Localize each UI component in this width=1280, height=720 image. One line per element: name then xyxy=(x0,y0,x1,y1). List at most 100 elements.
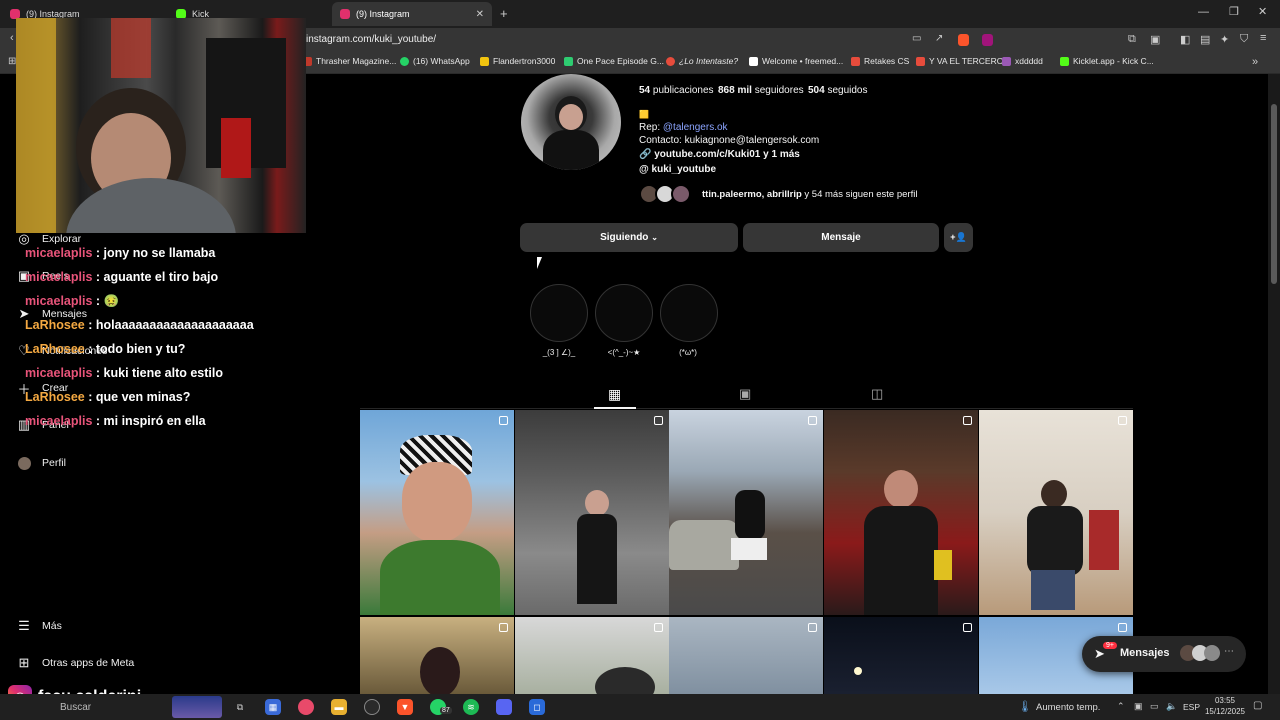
minimize-icon[interactable]: — xyxy=(1198,6,1209,18)
taskbar-search[interactable]: Buscar xyxy=(60,702,91,713)
store-icon[interactable]: ▦ xyxy=(265,699,281,715)
link-icon: 🔗 xyxy=(639,149,652,160)
chat-text: : kuki tiene alto estilo xyxy=(95,366,224,380)
network-icon[interactable]: ▭ xyxy=(1150,701,1159,712)
reader-icon[interactable]: ▤ xyxy=(1200,33,1210,46)
obs-icon[interactable]: ◻ xyxy=(529,699,545,715)
discord-icon[interactable] xyxy=(496,699,512,715)
bookmark-label: One Pace Episode G... xyxy=(577,56,664,66)
new-tab-icon[interactable]: + xyxy=(500,6,508,21)
bookmark-item[interactable]: ¿Lo Intentaste? xyxy=(666,56,738,66)
scrollbar-thumb[interactable] xyxy=(1271,104,1277,284)
file-explorer-icon[interactable]: ▬ xyxy=(331,699,347,715)
followed-by-avatars[interactable] xyxy=(639,184,699,206)
brave-shield-icon[interactable] xyxy=(958,34,969,46)
story-highlight[interactable] xyxy=(530,284,588,342)
post-thumbnail[interactable] xyxy=(360,617,514,694)
story-highlight[interactable] xyxy=(660,284,718,342)
bookmark-label: ¿Lo Intentaste? xyxy=(679,56,739,66)
chat-message: micaelaplis : aguante el tiro bajo xyxy=(25,270,218,284)
app-icon[interactable] xyxy=(364,699,380,715)
post-thumbnail[interactable] xyxy=(669,617,823,694)
bookmark-item[interactable]: Y VA EL TERCERO xyxy=(916,56,1003,66)
bookmark-item[interactable]: One Pace Episode G... xyxy=(564,56,664,66)
posts-grid-tab-icon[interactable]: ▦ xyxy=(608,386,621,403)
message-button[interactable]: Mensaje xyxy=(743,223,939,252)
sidebar-item-label: Otras apps de Meta xyxy=(42,657,135,669)
vpn-icon[interactable]: ⛉ xyxy=(1240,33,1248,46)
rep-handle-link[interactable]: @talengers.ok xyxy=(663,122,728,133)
weather-label[interactable]: Aumento temp. xyxy=(1036,702,1100,713)
bookmark-item[interactable]: Flandertron3000 xyxy=(480,56,555,66)
post-thumbnail[interactable] xyxy=(669,410,823,615)
volume-icon[interactable]: 🔈 xyxy=(1166,701,1177,712)
chat-text: : todo bien y tu? xyxy=(88,342,186,356)
chat-message: micaelaplis : jony no se llamaba xyxy=(25,246,215,260)
story-highlight[interactable] xyxy=(595,284,653,342)
profile-avatar[interactable] xyxy=(521,74,621,170)
brave-icon[interactable]: ▼ xyxy=(397,699,413,715)
share-icon[interactable]: ↗ xyxy=(935,33,943,44)
bookmark-item[interactable]: Welcome • freemed... xyxy=(749,56,843,66)
tagged-tab-icon[interactable]: ◫ xyxy=(871,386,883,402)
bookmark-item[interactable]: Kicklet.app - Kick C... xyxy=(1060,56,1154,66)
chat-text: : 🤢 xyxy=(95,294,120,308)
bookmark-item[interactable]: (16) WhatsApp xyxy=(400,56,470,66)
post-thumbnail[interactable] xyxy=(360,410,514,615)
widget-image[interactable] xyxy=(172,696,222,718)
post-thumbnail[interactable] xyxy=(515,410,669,615)
brave-rewards-icon[interactable] xyxy=(982,34,993,46)
sidebar-item-explorar[interactable]: ◎ Explorar xyxy=(16,231,81,247)
sidebar-item-perfil[interactable]: Perfil xyxy=(16,455,66,471)
menu-icon[interactable]: ≡ xyxy=(1260,32,1266,44)
chat-username: micaelaplis xyxy=(25,414,93,428)
wallet-icon[interactable]: ▣ xyxy=(1150,33,1160,46)
threads-link[interactable]: @ kuki_youtube xyxy=(639,164,716,175)
add-user-button[interactable]: +👤 xyxy=(944,223,973,252)
bookmark-item[interactable]: Thrasher Magazine... xyxy=(303,56,396,66)
sidebar-toggle-icon[interactable]: ◧ xyxy=(1180,33,1190,46)
tray-chevron-icon[interactable]: ⌃ xyxy=(1117,701,1125,712)
task-view-icon[interactable]: ⧉ xyxy=(232,699,248,715)
extensions-icon[interactable]: ⧉ xyxy=(1128,33,1136,46)
leo-icon[interactable]: ✦ xyxy=(1220,33,1229,46)
post-thumbnail[interactable] xyxy=(979,410,1133,615)
post-thumbnail[interactable] xyxy=(824,617,978,694)
url-field[interactable]: instagram.com/kuki_youtube/ xyxy=(300,31,940,49)
followed-by-text[interactable]: ttin.paleermo, abrillrip y 54 más siguen… xyxy=(702,189,917,200)
tab-instagram-active[interactable]: (9) Instagram ✕ xyxy=(332,2,492,26)
bookmark-item[interactable]: Retakes CS xyxy=(851,56,909,66)
notifications-icon[interactable]: ▢ xyxy=(1253,700,1262,711)
tray-icon[interactable]: ▣ xyxy=(1134,701,1143,712)
clock-date[interactable]: 15/12/2025 xyxy=(1201,707,1249,716)
reels-tab-icon[interactable]: ▣ xyxy=(739,386,751,402)
bookmark-label: Flandertron3000 xyxy=(493,56,556,66)
following-button[interactable]: Siguiendo ⌄ xyxy=(520,223,738,252)
chat-username: micaelaplis xyxy=(25,366,93,380)
messages-pill[interactable]: ➤ 9+ Mensajes ⋯ xyxy=(1082,636,1246,672)
sidebar-more[interactable]: ☰ Más xyxy=(16,618,62,634)
stat-followers[interactable]: 868 mil seguidores xyxy=(718,85,804,96)
bio-contact: Contacto: kukiagnone@talengersok.com xyxy=(639,135,820,146)
carousel-icon xyxy=(654,623,663,632)
carousel-icon xyxy=(654,416,663,425)
whatsapp-icon xyxy=(400,56,409,66)
carousel-icon xyxy=(499,623,508,632)
cast-icon[interactable]: ▭ xyxy=(912,33,921,44)
close-tab-icon[interactable]: ✕ xyxy=(476,9,484,20)
back-icon[interactable]: ‹ xyxy=(10,32,14,44)
spotify-icon[interactable]: ≋ xyxy=(463,699,479,715)
language-indicator[interactable]: ESP xyxy=(1183,702,1200,712)
app-icon[interactable] xyxy=(298,699,314,715)
bookmark-item[interactable]: xddddd xyxy=(1002,56,1043,66)
bookmarks-overflow-icon[interactable]: » xyxy=(1252,56,1258,68)
post-thumbnail[interactable] xyxy=(515,617,669,694)
close-window-icon[interactable]: ✕ xyxy=(1258,5,1267,18)
bio-link[interactable]: 🔗 youtube.com/c/Kuki01 y 1 más xyxy=(639,149,800,160)
page-scrollbar[interactable] xyxy=(1268,74,1280,694)
restore-icon[interactable]: ❐ xyxy=(1229,5,1239,18)
clock-time[interactable]: 03:55 xyxy=(1203,696,1247,705)
post-thumbnail[interactable] xyxy=(824,410,978,615)
stat-following[interactable]: 504 seguidos xyxy=(808,85,868,96)
sidebar-meta-apps[interactable]: ⊞ Otras apps de Meta xyxy=(16,655,135,671)
